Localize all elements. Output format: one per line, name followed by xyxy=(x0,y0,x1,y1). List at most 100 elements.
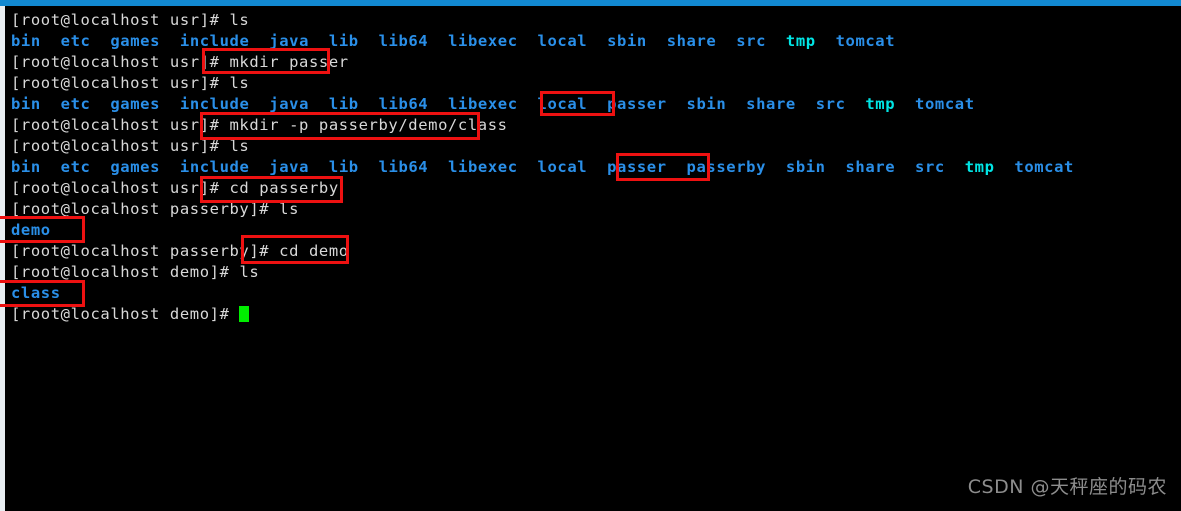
dir-entry: tomcat xyxy=(835,32,896,50)
terminal-listing-line: class xyxy=(11,283,1181,304)
shell-prompt: [root@localhost usr]# xyxy=(11,179,230,197)
shell-command: ls xyxy=(279,200,300,218)
entry-gap xyxy=(309,95,329,113)
terminal-lines: [root@localhost usr]# ls bin etc games in… xyxy=(11,10,1181,325)
dir-entry: games xyxy=(110,32,161,50)
dir-entry: lib xyxy=(328,95,359,113)
dir-entry: lib64 xyxy=(378,95,429,113)
shell-command: mkdir -p passerby/demo/class xyxy=(229,116,508,134)
entry-gap xyxy=(726,95,746,113)
shell-command: mkdir passer xyxy=(229,53,349,71)
shell-command: ls xyxy=(229,11,250,29)
shell-command: cd demo xyxy=(279,242,349,260)
shell-prompt: [root@localhost usr]# xyxy=(11,116,230,134)
entry-gap xyxy=(826,158,846,176)
dir-entry: java xyxy=(269,158,310,176)
shell-prompt: [root@localhost usr]# xyxy=(11,74,230,92)
terminal-listing-line: bin etc games include java lib lib64 lib… xyxy=(11,94,1181,115)
entry-gap xyxy=(41,32,61,50)
terminal-command-line: [root@localhost usr]# ls xyxy=(11,136,1181,157)
entry-gap xyxy=(895,95,915,113)
entry-gap xyxy=(359,95,379,113)
dir-entry: etc xyxy=(60,95,91,113)
dir-entry: include xyxy=(179,158,250,176)
entry-gap xyxy=(796,95,816,113)
dir-entry: include xyxy=(179,32,250,50)
shell-prompt: [root@localhost passerby]# xyxy=(11,200,280,218)
terminal-listing-line: bin etc games include java lib lib64 lib… xyxy=(11,157,1181,178)
dir-entry: games xyxy=(110,158,161,176)
dir-entry: java xyxy=(269,32,310,50)
terminal-command-line: [root@localhost demo]# ls xyxy=(11,262,1181,283)
entry-gap xyxy=(846,95,866,113)
shell-prompt: [root@localhost usr]# xyxy=(11,11,230,29)
watermark-text: CSDN @天秤座的码农 xyxy=(967,476,1167,498)
entry-gap xyxy=(428,95,448,113)
terminal-listing-line: bin etc games include java lib lib64 lib… xyxy=(11,31,1181,52)
dir-entry: src xyxy=(736,32,767,50)
entry-gap xyxy=(945,158,965,176)
terminal-command-line: [root@localhost usr]# cd passerby xyxy=(11,178,1181,199)
dir-entry: class xyxy=(11,284,61,302)
entry-gap xyxy=(428,32,448,50)
entry-gap xyxy=(766,158,786,176)
dir-entry: java xyxy=(269,95,310,113)
entry-gap xyxy=(647,32,667,50)
text-cursor xyxy=(239,306,250,322)
dir-entry: share xyxy=(845,158,896,176)
entry-gap xyxy=(359,158,379,176)
dir-entry: bin xyxy=(11,158,41,176)
dir-entry: local xyxy=(537,158,588,176)
entry-gap xyxy=(667,158,687,176)
dir-entry: games xyxy=(110,95,161,113)
shell-prompt: [root@localhost usr]# xyxy=(11,53,230,71)
terminal-listing-line: demo xyxy=(11,220,1181,241)
dir-entry: local xyxy=(537,95,588,113)
entry-gap xyxy=(359,32,379,50)
dir-entry: passerby xyxy=(686,158,767,176)
dir-entry: local xyxy=(537,32,588,50)
entry-gap xyxy=(309,158,329,176)
dir-entry: etc xyxy=(60,32,91,50)
terminal-command-line: [root@localhost usr]# mkdir passer xyxy=(11,52,1181,73)
dir-entry: tmp xyxy=(964,158,995,176)
dir-entry: src xyxy=(915,158,945,176)
dir-entry: etc xyxy=(60,158,91,176)
entry-gap xyxy=(667,95,687,113)
dir-entry: libexec xyxy=(448,158,518,176)
dir-entry: tomcat xyxy=(1014,158,1074,176)
dir-entry: passer xyxy=(607,95,667,113)
shell-command: ls xyxy=(229,137,250,155)
entry-gap xyxy=(249,95,269,113)
dir-entry: sbin xyxy=(686,95,727,113)
entry-gap xyxy=(41,95,61,113)
dir-entry: tmp xyxy=(865,95,896,113)
terminal-output-area[interactable]: [root@localhost usr]# ls bin etc games in… xyxy=(5,6,1181,511)
terminal-command-line: [root@localhost demo]# xyxy=(11,304,1181,325)
shell-prompt: [root@localhost demo]# xyxy=(11,263,240,281)
entry-gap xyxy=(587,158,607,176)
entry-gap xyxy=(518,95,538,113)
entry-gap xyxy=(716,32,736,50)
entry-gap xyxy=(160,95,180,113)
shell-prompt: [root@localhost usr]# xyxy=(11,137,230,155)
entry-gap xyxy=(587,95,607,113)
terminal-command-line: [root@localhost passerby]# ls xyxy=(11,199,1181,220)
entry-gap xyxy=(518,158,538,176)
dir-entry: lib xyxy=(328,158,359,176)
dir-entry: tomcat xyxy=(915,95,975,113)
dir-entry: lib64 xyxy=(378,158,429,176)
entry-gap xyxy=(249,158,269,176)
shell-prompt: [root@localhost demo]# xyxy=(11,305,240,323)
entry-gap xyxy=(249,32,269,50)
dir-entry: sbin xyxy=(607,32,647,50)
dir-entry: src xyxy=(815,95,846,113)
dir-entry: bin xyxy=(11,95,41,113)
dir-entry: libexec xyxy=(448,32,518,50)
dir-entry: include xyxy=(179,95,250,113)
dir-entry: share xyxy=(746,95,796,113)
entry-gap xyxy=(816,32,836,50)
entry-gap xyxy=(995,158,1015,176)
dir-entry: sbin xyxy=(785,158,826,176)
entry-gap xyxy=(160,32,180,50)
